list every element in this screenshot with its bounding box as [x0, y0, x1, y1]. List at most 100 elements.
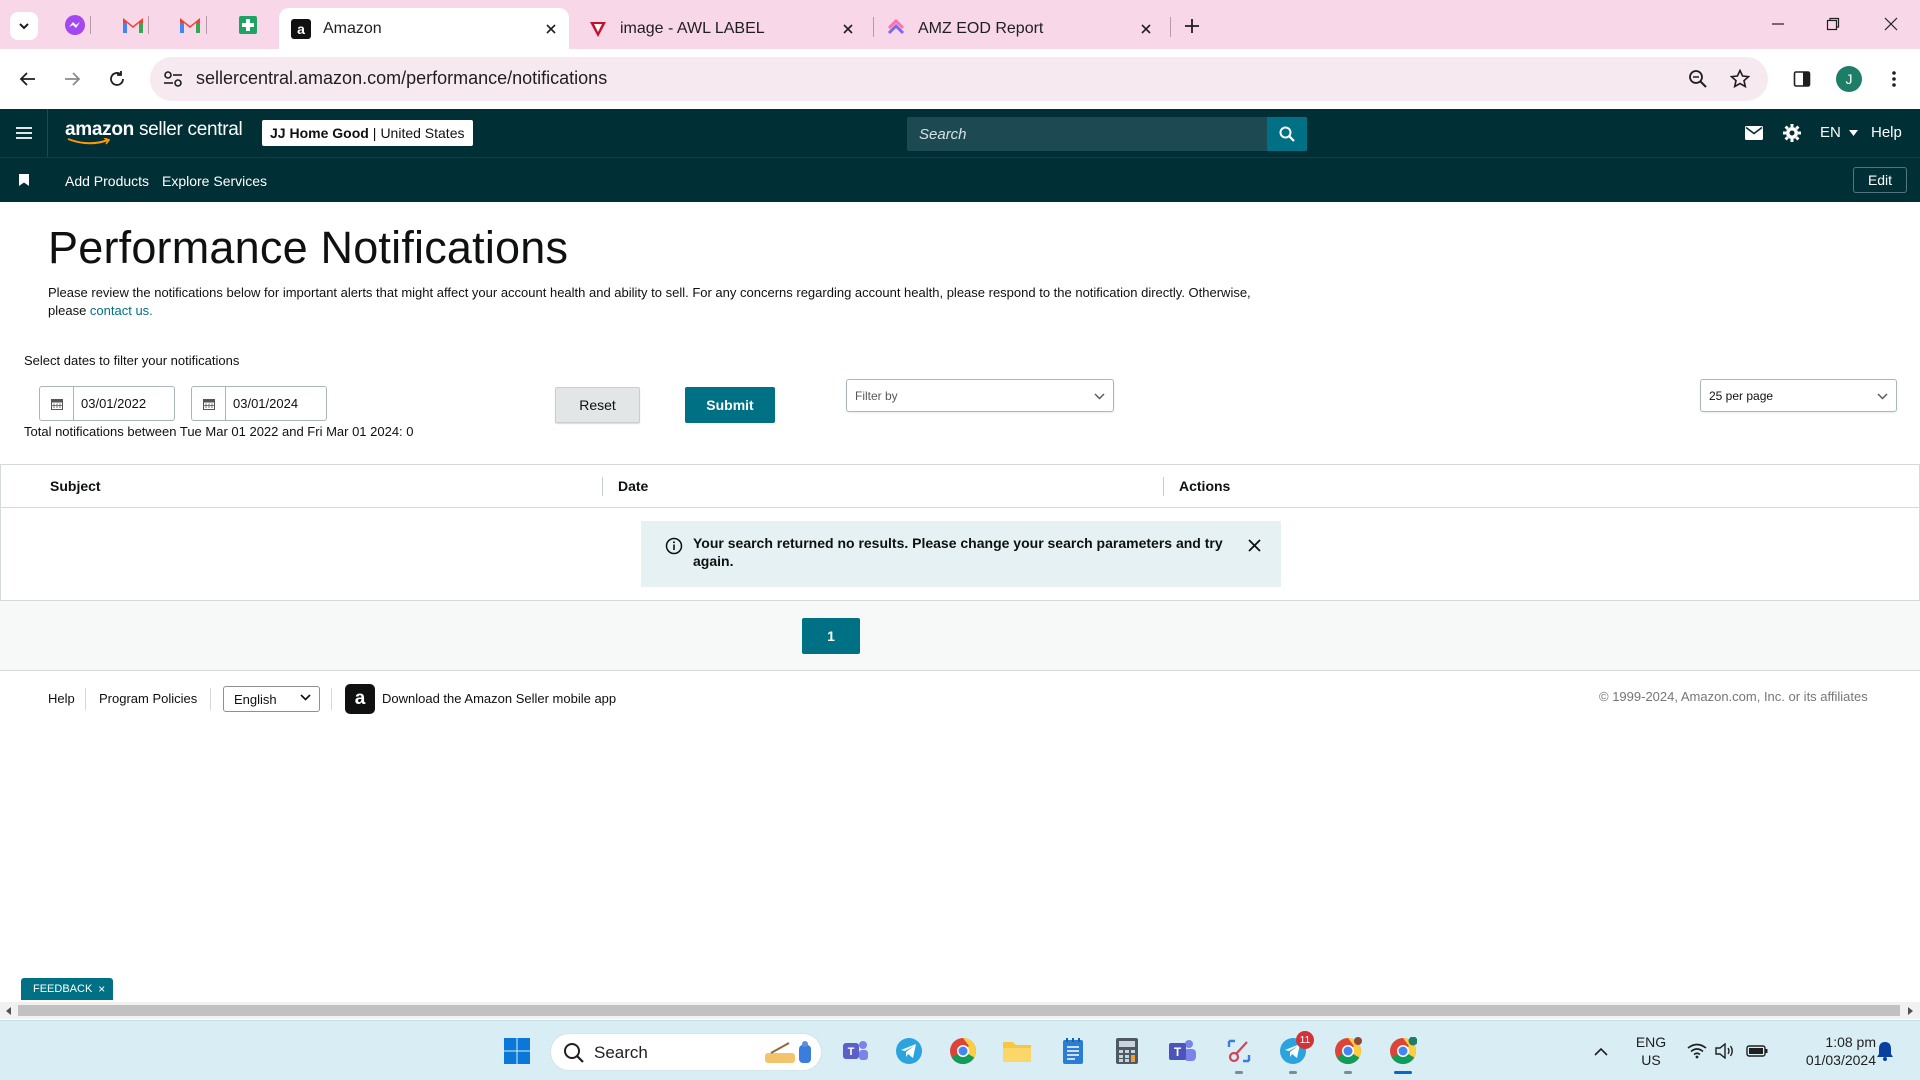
- footer-help-link[interactable]: Help: [48, 691, 75, 706]
- site-settings-icon[interactable]: [162, 68, 184, 90]
- help-link[interactable]: Help: [1871, 124, 1902, 141]
- volume-status[interactable]: [1708, 1034, 1742, 1068]
- pinned-tab-messenger[interactable]: [62, 12, 88, 38]
- start-date-input[interactable]: [74, 388, 174, 419]
- store-name: JJ Home Good: [270, 125, 369, 141]
- forward-button[interactable]: [56, 63, 88, 95]
- close-tab-icon[interactable]: [834, 15, 862, 43]
- show-hidden-icons[interactable]: [1584, 1034, 1618, 1068]
- calendar-icon[interactable]: [40, 387, 74, 420]
- windows-logo-icon: [504, 1038, 530, 1064]
- footer-program-policies-link[interactable]: Program Policies: [99, 691, 197, 706]
- download-app-link[interactable]: Download the Amazon Seller mobile app: [382, 691, 616, 706]
- close-tab-icon[interactable]: [537, 15, 565, 43]
- scrollbar-thumb[interactable]: [18, 1005, 1900, 1016]
- end-date-field[interactable]: [191, 386, 327, 421]
- edit-nav-button[interactable]: Edit: [1853, 167, 1907, 193]
- profile-avatar[interactable]: J: [1836, 66, 1862, 92]
- add-products-link[interactable]: Add Products: [65, 173, 149, 189]
- contact-us-link[interactable]: contact us.: [90, 303, 153, 318]
- start-date-field[interactable]: [39, 386, 175, 421]
- taskbar-search[interactable]: Search: [550, 1033, 822, 1071]
- main-menu-button[interactable]: [0, 109, 48, 157]
- taskbar-file-explorer[interactable]: [1000, 1034, 1034, 1068]
- clock[interactable]: 1:08 pm 01/03/2024: [1780, 1033, 1876, 1069]
- logo-seller-central-word: seller central: [138, 119, 243, 140]
- notepad-icon: [1063, 1038, 1083, 1064]
- address-bar[interactable]: sellercentral.amazon.com/performance/not…: [150, 57, 1768, 101]
- explore-services-link[interactable]: Explore Services: [162, 173, 267, 189]
- pinned-tab-gmail-2[interactable]: [177, 12, 203, 38]
- bookmark-star-icon[interactable]: [1728, 67, 1752, 91]
- taskbar-telegram-2[interactable]: 11: [1276, 1031, 1314, 1068]
- tab-amz-eod-report[interactable]: AMZ EOD Report: [874, 8, 1164, 49]
- gear-icon: [1783, 124, 1801, 142]
- svg-text:T: T: [848, 1046, 855, 1058]
- taskbar-teams[interactable]: T: [1166, 1034, 1200, 1068]
- per-page-select[interactable]: 25 per page: [1700, 379, 1897, 412]
- bookmarks-button[interactable]: [17, 172, 31, 188]
- seller-search-input[interactable]: [907, 117, 1267, 151]
- side-panel-icon: [1793, 71, 1811, 87]
- awl-favicon: [588, 19, 608, 39]
- restore-button[interactable]: [1810, 6, 1856, 42]
- pinned-tab-sheets[interactable]: [235, 12, 261, 38]
- taskbar-teams-chat[interactable]: T: [838, 1034, 872, 1068]
- calendar-icon[interactable]: [192, 387, 226, 420]
- tab-search-dropdown[interactable]: [10, 12, 38, 40]
- google-sheets-icon: [239, 16, 257, 34]
- amazon-app-icon[interactable]: a: [345, 684, 375, 714]
- taskbar-chrome-active[interactable]: [1386, 1034, 1420, 1068]
- end-date-input[interactable]: [226, 388, 326, 419]
- no-results-message: Your search returned no results. Please …: [693, 535, 1223, 569]
- date-filter-label: Select dates to filter your notification…: [24, 353, 240, 368]
- url-text[interactable]: sellercentral.amazon.com/performance/not…: [196, 68, 607, 89]
- taskbar-notepad[interactable]: [1056, 1034, 1090, 1068]
- zoom-icon[interactable]: [1686, 67, 1710, 91]
- settings-button[interactable]: [1781, 122, 1803, 144]
- seller-search-button[interactable]: [1267, 117, 1307, 151]
- new-tab-button[interactable]: [1178, 12, 1206, 40]
- tab-amazon[interactable]: a Amazon: [279, 8, 569, 49]
- close-alert-icon[interactable]: [1245, 536, 1263, 554]
- pinned-tab-gmail-1[interactable]: [120, 12, 146, 38]
- reload-button[interactable]: [101, 63, 133, 95]
- submit-button[interactable]: Submit: [685, 387, 775, 423]
- scroll-right-icon[interactable]: [1904, 1005, 1916, 1017]
- teams-icon: T: [843, 1041, 868, 1060]
- battery-status[interactable]: [1740, 1034, 1774, 1068]
- feedback-close-icon[interactable]: ×: [98, 982, 105, 996]
- messages-button[interactable]: [1743, 122, 1765, 144]
- page-button-current[interactable]: 1: [802, 618, 860, 654]
- side-panel-button[interactable]: [1786, 63, 1818, 95]
- page-title: Performance Notifications: [48, 222, 569, 273]
- notifications-button[interactable]: [1868, 1034, 1902, 1068]
- taskbar-snipping-tool[interactable]: [1222, 1034, 1256, 1068]
- input-language[interactable]: ENG US: [1628, 1033, 1674, 1069]
- browser-menu-button[interactable]: [1878, 63, 1910, 95]
- scroll-left-icon[interactable]: [3, 1005, 15, 1017]
- filter-by-select[interactable]: Filter by: [846, 379, 1114, 412]
- taskbar-calculator[interactable]: [1110, 1034, 1144, 1068]
- column-header-subject[interactable]: Subject: [50, 478, 101, 494]
- close-tab-icon[interactable]: [1132, 15, 1160, 43]
- horizontal-scrollbar[interactable]: [0, 1002, 1920, 1019]
- footer-language-select[interactable]: English: [223, 686, 320, 712]
- back-button[interactable]: [12, 63, 44, 95]
- page-description-text: Please review the notifications below fo…: [48, 285, 1251, 318]
- store-switcher[interactable]: JJ Home Good | United States: [262, 120, 473, 146]
- reset-button[interactable]: Reset: [555, 387, 640, 423]
- taskbar-chrome-1[interactable]: [946, 1034, 980, 1068]
- feedback-tab[interactable]: FEEDBACK ×: [21, 978, 113, 1000]
- start-button[interactable]: [500, 1034, 534, 1068]
- close-window-button[interactable]: [1868, 6, 1914, 42]
- seller-central-logo[interactable]: amazon seller central: [65, 119, 243, 145]
- taskbar-telegram-1[interactable]: [892, 1034, 926, 1068]
- battery-icon: [1746, 1045, 1768, 1057]
- taskbar-chrome-2[interactable]: [1331, 1034, 1365, 1068]
- volume-icon: [1715, 1043, 1733, 1059]
- language-selector[interactable]: EN: [1820, 124, 1859, 141]
- column-header-date[interactable]: Date: [618, 478, 648, 494]
- minimize-button[interactable]: [1755, 6, 1801, 42]
- tab-awl-label[interactable]: image - AWL LABEL: [576, 8, 866, 49]
